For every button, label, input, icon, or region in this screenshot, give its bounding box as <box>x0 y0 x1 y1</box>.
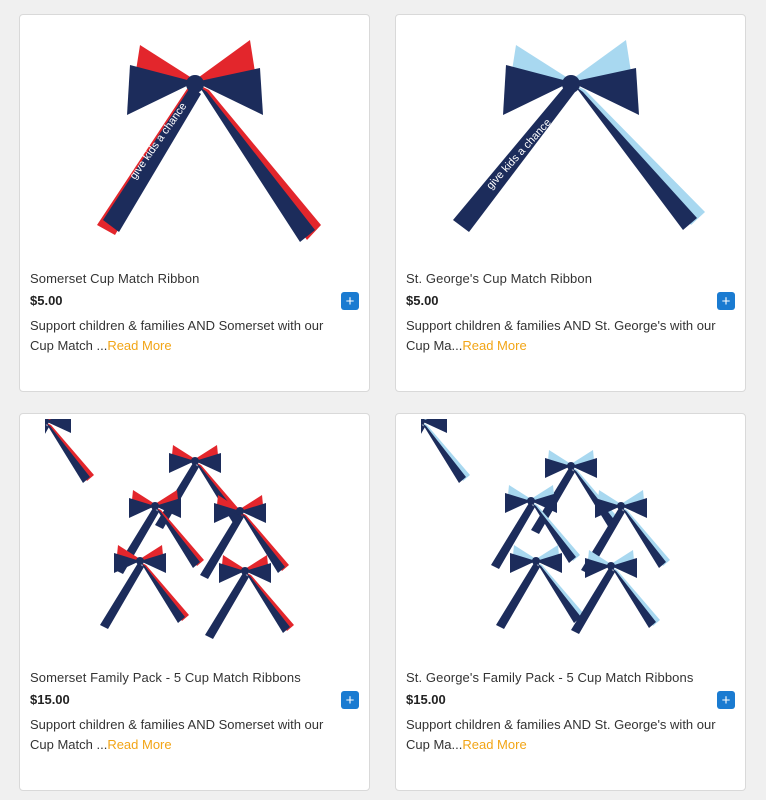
product-description: Support children & families AND Somerset… <box>30 316 350 356</box>
ribbon-bow-blue-icon: give kids a chance give kids a chance <box>452 40 705 232</box>
description-line-2: Cup Ma... <box>406 338 463 353</box>
description-line-1: Support children & families AND St. Geor… <box>406 318 716 333</box>
ribbon-bow-red-icon: give kids a chance give kids a chance <box>96 40 321 242</box>
product-price: $5.00 <box>30 293 63 308</box>
product-title[interactable]: Somerset Family Pack - 5 Cup Match Ribbo… <box>30 670 301 685</box>
product-image[interactable] <box>20 414 369 664</box>
product-description: Support children & families AND Somerset… <box>30 715 350 755</box>
product-description: Support children & families AND St. Geor… <box>406 715 726 755</box>
product-card[interactable]: Somerset Family Pack - 5 Cup Match Ribbo… <box>19 413 370 791</box>
svg-text:give kids a chance: give kids a chance <box>484 117 553 192</box>
description-line-2: Cup Match ... <box>30 338 108 353</box>
read-more-link[interactable]: Read More <box>462 737 526 752</box>
add-to-cart-button[interactable]: + <box>717 292 735 310</box>
product-card[interactable]: give kids a chance give kids a chance So… <box>19 14 370 392</box>
ribbon-bow-pack-red-icon <box>44 419 294 639</box>
product-title[interactable]: St. George's Cup Match Ribbon <box>406 271 592 286</box>
add-to-cart-button[interactable]: + <box>341 691 359 709</box>
description-line-2: Cup Ma... <box>406 737 463 752</box>
description-line-2: Cup Match ... <box>30 737 108 752</box>
product-image[interactable]: give kids a chance give kids a chance <box>396 15 745 265</box>
add-to-cart-button[interactable]: + <box>717 691 735 709</box>
product-card[interactable]: give kids a chance give kids a chance St… <box>395 14 746 392</box>
product-image[interactable]: give kids a chance give kids a chance <box>20 15 369 265</box>
ribbon-bow-pack-blue-icon <box>420 419 670 634</box>
product-title[interactable]: Somerset Cup Match Ribbon <box>30 271 199 286</box>
product-price: $15.00 <box>30 692 70 707</box>
read-more-link[interactable]: Read More <box>107 737 171 752</box>
product-image[interactable] <box>396 414 745 664</box>
description-line-1: Support children & families AND Somerset… <box>30 318 324 333</box>
svg-text:give kids a chance: give kids a chance <box>127 101 189 182</box>
add-to-cart-button[interactable]: + <box>341 292 359 310</box>
description-line-1: Support children & families AND Somerset… <box>30 717 324 732</box>
read-more-link[interactable]: Read More <box>107 338 171 353</box>
product-title[interactable]: St. George's Family Pack - 5 Cup Match R… <box>406 670 693 685</box>
product-card[interactable]: St. George's Family Pack - 5 Cup Match R… <box>395 413 746 791</box>
read-more-link[interactable]: Read More <box>462 338 526 353</box>
product-price: $15.00 <box>406 692 446 707</box>
product-price: $5.00 <box>406 293 439 308</box>
product-description: Support children & families AND St. Geor… <box>406 316 726 356</box>
description-line-1: Support children & families AND St. Geor… <box>406 717 716 732</box>
